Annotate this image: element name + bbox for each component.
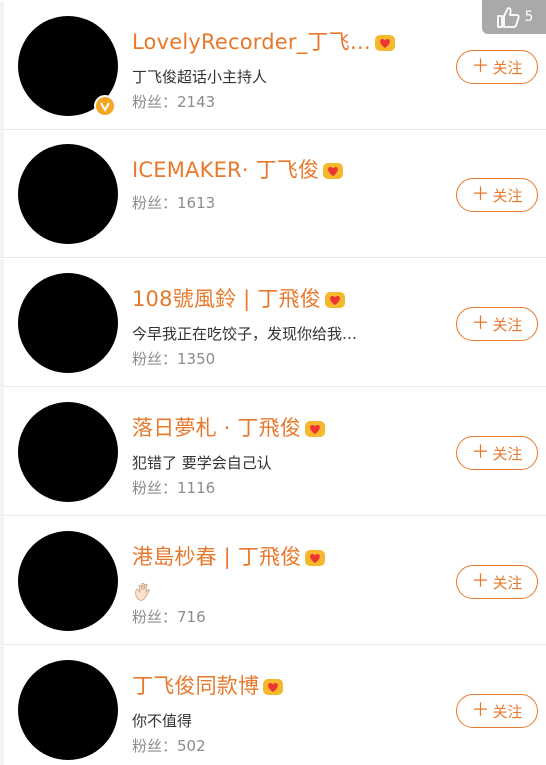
divider bbox=[0, 2, 4, 129]
follow-button[interactable]: ＋关注 bbox=[456, 50, 538, 84]
verified-badge-icon bbox=[94, 95, 116, 117]
user-name[interactable]: 港島杪春 | 丁飛俊 bbox=[132, 541, 326, 571]
user-name[interactable]: 108號風鈴 | 丁飛俊 bbox=[132, 283, 346, 313]
user-description: 今早我正在吃饺子，发现你给我… bbox=[132, 325, 358, 343]
user-description bbox=[132, 581, 154, 607]
vip-heart-icon bbox=[375, 35, 395, 51]
plus-icon: ＋ bbox=[471, 184, 490, 205]
divider bbox=[0, 517, 4, 644]
user-description: 丁飞俊超话小主持人 bbox=[132, 68, 268, 86]
list-item[interactable]: 108號風鈴 | 丁飛俊 今早我正在吃饺子，发现你给我… 粉丝：1350 ＋关注 bbox=[0, 259, 546, 387]
vip-heart-icon bbox=[305, 421, 326, 437]
fan-list-page: LovelyRecorder_丁飞… 丁飞俊超话小主持人 粉丝：2143 ＋关注… bbox=[0, 0, 546, 765]
follow-button[interactable]: ＋关注 bbox=[456, 178, 538, 212]
vip-heart-icon bbox=[323, 163, 344, 179]
fans-count: 粉丝：716 bbox=[132, 608, 206, 626]
divider bbox=[0, 388, 4, 515]
follow-button[interactable]: ＋关注 bbox=[456, 565, 538, 599]
avatar[interactable] bbox=[18, 273, 118, 373]
fans-count: 粉丝：1350 bbox=[132, 350, 216, 368]
user-name[interactable]: LovelyRecorder_丁飞… bbox=[132, 26, 396, 56]
thumb-up-icon bbox=[496, 7, 520, 28]
follow-button[interactable]: ＋关注 bbox=[456, 436, 538, 470]
list-item[interactable]: ICEMAKER· 丁飞俊 粉丝：1613 ＋关注 bbox=[0, 130, 546, 258]
plus-icon: ＋ bbox=[471, 700, 490, 721]
avatar[interactable] bbox=[18, 660, 118, 760]
divider bbox=[0, 259, 4, 386]
plus-icon: ＋ bbox=[471, 313, 490, 334]
fans-count: 粉丝：2143 bbox=[132, 93, 216, 111]
user-name[interactable]: 丁飞俊同款博 bbox=[132, 670, 284, 700]
list-item[interactable]: 落日夢札 · 丁飛俊 犯错了 要学会自己认 粉丝：1116 ＋关注 bbox=[0, 388, 546, 516]
vip-heart-icon bbox=[305, 550, 326, 566]
vip-heart-icon bbox=[263, 679, 284, 695]
user-name[interactable]: 落日夢札 · 丁飛俊 bbox=[132, 412, 326, 442]
user-description: 你不值得 bbox=[132, 712, 193, 730]
plus-icon: ＋ bbox=[471, 442, 490, 463]
fans-count: 粉丝：502 bbox=[132, 737, 206, 755]
follow-button[interactable]: ＋关注 bbox=[456, 694, 538, 728]
waving-hand-icon bbox=[135, 582, 150, 601]
avatar[interactable] bbox=[18, 531, 118, 631]
fans-count: 粉丝：1613 bbox=[132, 194, 216, 212]
plus-icon: ＋ bbox=[471, 56, 490, 77]
list-item[interactable]: LovelyRecorder_丁飞… 丁飞俊超话小主持人 粉丝：2143 ＋关注 bbox=[0, 2, 546, 130]
avatar[interactable] bbox=[18, 144, 118, 244]
divider bbox=[0, 646, 4, 765]
list-item[interactable]: 丁飞俊同款博 你不值得 粉丝：502 ＋关注 bbox=[0, 646, 546, 765]
user-description: 犯错了 要学会自己认 bbox=[132, 454, 272, 472]
user-name[interactable]: ICEMAKER· 丁飞俊 bbox=[132, 154, 344, 184]
plus-icon: ＋ bbox=[471, 571, 490, 592]
avatar[interactable] bbox=[18, 402, 118, 502]
follow-button[interactable]: ＋关注 bbox=[456, 307, 538, 341]
fans-count: 粉丝：1116 bbox=[132, 479, 216, 497]
divider bbox=[0, 130, 4, 257]
like-button[interactable]: 5 bbox=[482, 0, 546, 34]
list-item[interactable]: 港島杪春 | 丁飛俊 粉丝：716 ＋关注 bbox=[0, 517, 546, 645]
like-count: 5 bbox=[524, 9, 534, 25]
vip-heart-icon bbox=[324, 292, 345, 308]
